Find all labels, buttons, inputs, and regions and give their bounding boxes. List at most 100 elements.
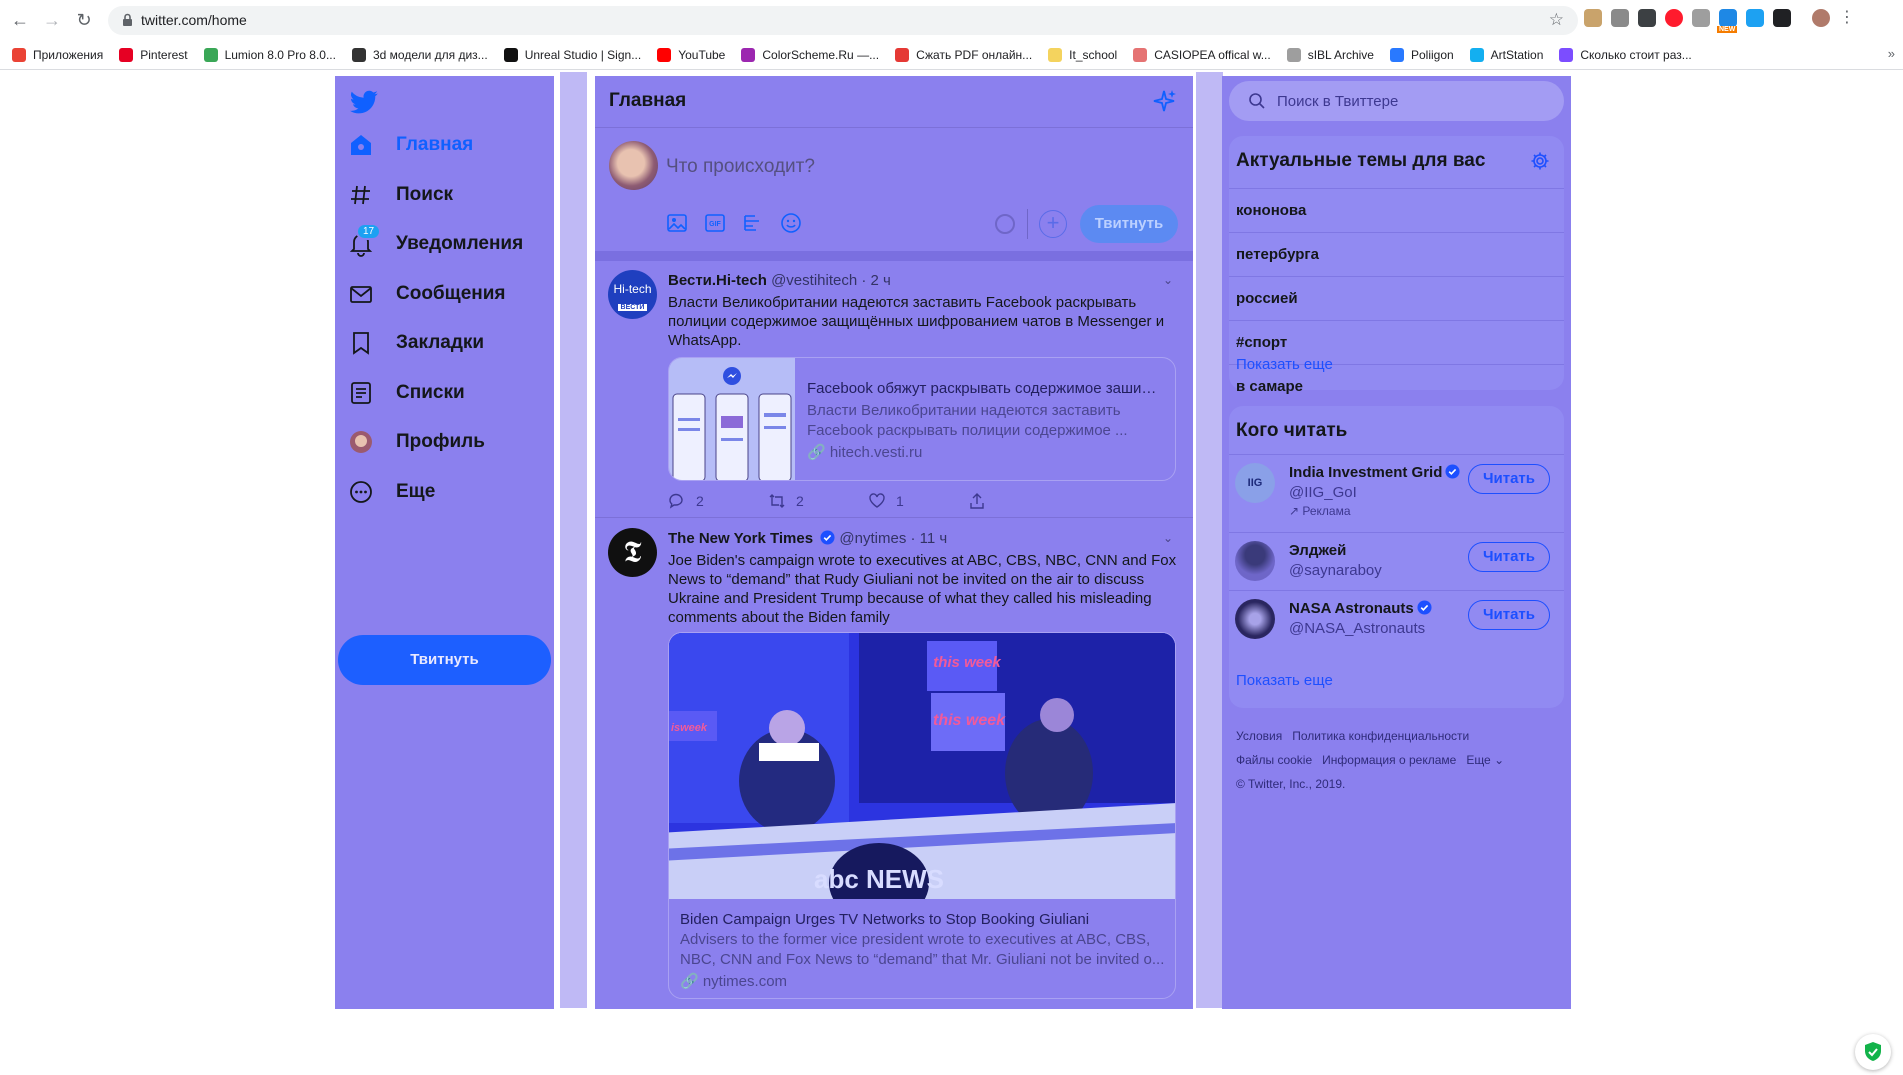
follow-suggestion[interactable]: NASA Astronauts @NASA_Astronauts Читать <box>1229 590 1564 648</box>
suggestion-name[interactable]: Элджей <box>1289 542 1346 559</box>
forward-icon[interactable]: → <box>41 9 63 31</box>
search-box[interactable] <box>1229 81 1564 121</box>
show-more-trends-link[interactable]: Показать еще <box>1236 356 1333 373</box>
compose-input[interactable]: Что происходит? <box>666 156 815 178</box>
tweet[interactable]: 𝕿 The New York Times @nytimes · 11 ч ⌄ J… <box>595 519 1193 1009</box>
footer-link[interactable]: Условия <box>1236 724 1282 748</box>
tweet-author-avatar[interactable]: 𝕿 <box>608 528 657 577</box>
bookmark-item[interactable]: sIBL Archive <box>1286 47 1374 62</box>
suggestion-handle[interactable]: @saynaraboy <box>1289 562 1382 579</box>
footer-link[interactable]: Еще ⌄ <box>1466 748 1504 772</box>
chevron-down-icon[interactable]: ⌄ <box>1163 531 1173 545</box>
bookmark-item[interactable]: Pinterest <box>119 47 188 62</box>
profile-avatar[interactable] <box>1812 9 1830 27</box>
address-bar[interactable]: twitter.com/home ☆ <box>108 6 1578 35</box>
suggestion-avatar[interactable]: IIG <box>1235 463 1275 503</box>
follow-button[interactable]: Читать <box>1468 542 1550 572</box>
trend-item[interactable]: россией <box>1229 276 1564 320</box>
sparkle-icon[interactable] <box>1151 88 1177 114</box>
menu-icon[interactable]: ⋮ <box>1839 9 1855 31</box>
follow-button[interactable]: Читать <box>1468 464 1550 494</box>
twitter-logo-icon[interactable] <box>349 90 379 116</box>
new-extension-icon[interactable]: NEW <box>1717 9 1738 33</box>
trend-item[interactable]: петербурга <box>1229 232 1564 276</box>
char-counter-icon <box>995 214 1015 234</box>
trend-item[interactable]: кононова <box>1229 188 1564 232</box>
footer-link[interactable]: Информация о рекламе <box>1322 748 1456 772</box>
bookmark-item[interactable]: CASIOPEA offical w... <box>1133 47 1271 62</box>
suggestion-avatar[interactable] <box>1235 599 1275 639</box>
search-input[interactable] <box>1277 89 1537 113</box>
gif-icon[interactable]: GIF <box>703 211 727 235</box>
shield-extension-icon[interactable] <box>1638 9 1656 27</box>
tweet-author-avatar[interactable]: Hi-tech ВЕСТИ <box>608 270 657 319</box>
chevron-down-icon[interactable]: ⌄ <box>1163 273 1173 287</box>
retweet-button[interactable]: 2 <box>768 492 868 510</box>
nav-item-5[interactable]: Закладки <box>335 321 554 365</box>
like-button[interactable]: 1 <box>868 492 968 510</box>
reload-icon[interactable]: ↻ <box>73 9 95 31</box>
tweet[interactable]: Hi-tech ВЕСТИ Вести.Hi-tech @vestihitech… <box>595 261 1193 518</box>
suggestion-avatar[interactable] <box>1235 541 1275 581</box>
follow-suggestion[interactable]: IIG India Investment Grid @IIG_GoI ↗ Рек… <box>1229 454 1564 532</box>
suggestion-name[interactable]: NASA Astronauts <box>1289 600 1432 617</box>
suggestion-name[interactable]: India Investment Grid <box>1289 464 1460 481</box>
security-shield-icon[interactable] <box>1855 1034 1891 1070</box>
nav-item-6[interactable]: Списки <box>335 371 554 415</box>
show-more-follow-link[interactable]: Показать еще <box>1236 672 1333 689</box>
extension-icon[interactable] <box>1584 9 1602 27</box>
bookmark-item[interactable]: Сколько стоит раз... <box>1559 47 1692 62</box>
nav-item-4[interactable]: Сообщения <box>335 272 554 316</box>
tweet-button[interactable]: Твитнуть <box>338 635 551 685</box>
bookmark-item[interactable]: ColorScheme.Ru —... <box>741 47 879 62</box>
bookmark-item[interactable]: 3d модели для диз... <box>351 47 488 62</box>
bookmark-star-icon[interactable]: ☆ <box>1549 10 1564 30</box>
tweet-author-handle[interactable]: @vestihitech <box>771 272 857 289</box>
bookmark-item[interactable]: YouTube <box>657 47 725 62</box>
extension-icon[interactable] <box>1692 9 1710 27</box>
emoji-icon[interactable] <box>779 211 803 235</box>
camera-extension-icon[interactable] <box>1611 9 1629 27</box>
bookmark-item[interactable]: Lumion 8.0 Pro 8.0... <box>203 47 336 62</box>
more-bookmarks-icon[interactable]: » <box>1888 46 1895 61</box>
nav-item-2[interactable]: Поиск <box>335 173 554 217</box>
tweet-time[interactable]: · 11 ч <box>911 530 948 547</box>
gear-icon[interactable] <box>1530 151 1550 171</box>
nav-item-1[interactable]: Главная <box>335 123 554 167</box>
tweet-author-name[interactable]: Вести.Hi-tech <box>668 272 767 289</box>
follow-button[interactable]: Читать <box>1468 600 1550 630</box>
bookmark-item[interactable]: Приложения <box>12 47 103 62</box>
phones-image <box>669 358 795 480</box>
link-card[interactable]: this week this week isweek abc NEWS Bide… <box>668 632 1176 999</box>
nav-item-label: Главная <box>396 134 474 155</box>
tweet-author-name[interactable]: The New York Times <box>668 530 813 547</box>
share-button[interactable] <box>968 492 1068 510</box>
nav-item-7[interactable]: Профиль <box>335 420 554 464</box>
suggestion-handle[interactable]: @NASA_Astronauts <box>1289 620 1425 637</box>
bookmark-item[interactable]: Unreal Studio | Sign... <box>503 47 641 62</box>
opera-extension-icon[interactable] <box>1665 9 1683 27</box>
footer-link[interactable]: Файлы cookie <box>1236 748 1312 772</box>
suggestion-handle[interactable]: @IIG_GoI <box>1289 484 1357 501</box>
send-extension-icon[interactable] <box>1746 9 1764 27</box>
add-thread-button[interactable]: + <box>1039 210 1067 238</box>
bookmark-item[interactable]: It_school <box>1048 47 1117 62</box>
pen-extension-icon[interactable] <box>1773 9 1791 27</box>
nav-item-8[interactable]: Еще <box>335 470 554 514</box>
bookmark-item[interactable]: Poliigon <box>1389 47 1454 62</box>
tweet-author-handle[interactable]: @nytimes <box>839 530 906 547</box>
image-icon[interactable] <box>665 211 689 235</box>
follow-suggestion[interactable]: Элджей @saynaraboy Читать <box>1229 532 1564 590</box>
footer-link[interactable]: Политика конфиденциальности <box>1292 724 1469 748</box>
compose-tweet-button[interactable]: Твитнуть <box>1080 205 1178 243</box>
tweet-time[interactable]: · 2 ч <box>861 272 891 289</box>
nav-item-3[interactable]: 17 Уведомления <box>335 222 554 266</box>
nav-item-label: Закладки <box>396 332 485 353</box>
link-card[interactable]: Facebook обяжут раскрывать содержимое за… <box>668 357 1176 481</box>
bookmark-item[interactable]: ArtStation <box>1469 47 1543 62</box>
poll-icon[interactable] <box>741 211 765 235</box>
bookmark-item[interactable]: Сжать PDF онлайн... <box>895 47 1032 62</box>
user-avatar[interactable] <box>609 141 658 190</box>
reply-button[interactable]: 2 <box>668 492 768 510</box>
back-icon[interactable]: ← <box>9 9 31 31</box>
